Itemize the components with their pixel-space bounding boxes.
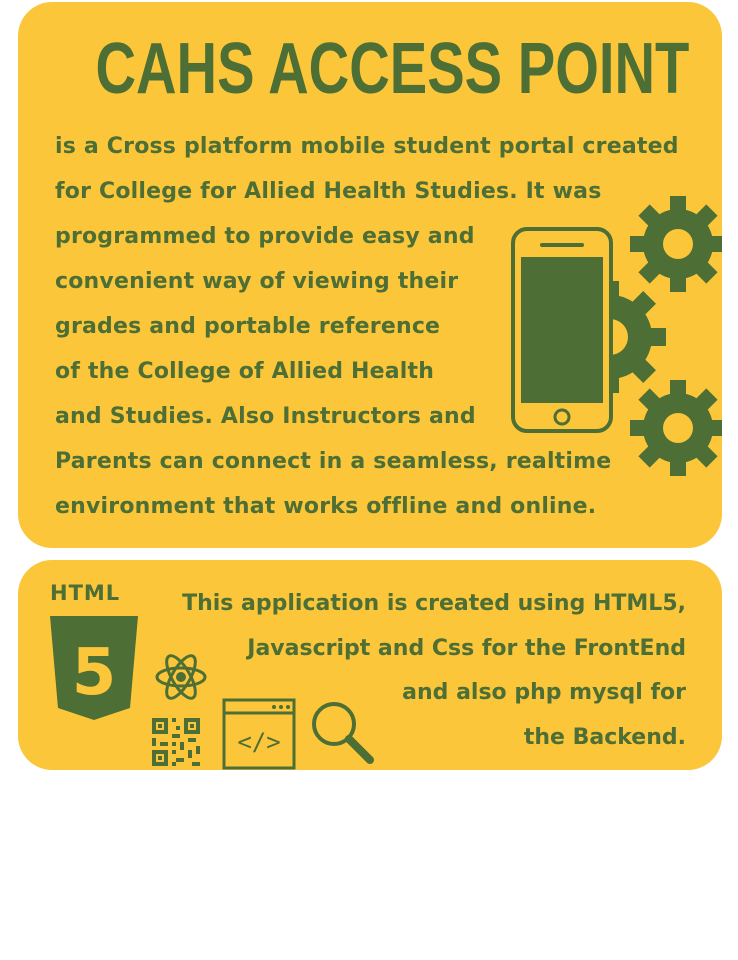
description-line: of the College of Allied Health xyxy=(55,359,435,384)
phone-gears-illustration xyxy=(488,187,722,487)
tech-line: This application is created using HTML5, xyxy=(182,591,686,616)
tech-line: Javascript and Css for the FrontEnd xyxy=(247,635,686,661)
gear-icon xyxy=(630,380,722,476)
smartphone-icon xyxy=(511,227,613,433)
description-line: programmed to provide easy and xyxy=(55,224,475,249)
html-label: HTML xyxy=(50,581,121,605)
tech-line: the Backend. xyxy=(523,724,686,750)
description-line: grades and portable reference xyxy=(55,314,441,339)
tech-line: and also php mysql for xyxy=(402,680,686,705)
tech-description: This application is created using HTML5,… xyxy=(182,582,686,760)
html5-badge-number: 5 xyxy=(72,636,117,710)
page-title: CAHS ACCESS POINT xyxy=(95,29,690,109)
description-line: and Studies. Also Instructors and xyxy=(55,404,476,429)
description-line: is a Cross platform mobile student porta… xyxy=(55,134,679,159)
tech-card: HTML 5 </> This application is created u… xyxy=(18,560,722,770)
gear-icon xyxy=(630,196,722,292)
html5-icon: 5 xyxy=(50,616,138,720)
intro-card: CAHS ACCESS POINT is a Cross platform mo… xyxy=(18,2,722,548)
description-line: convenient way of viewing their xyxy=(55,269,459,294)
description-line: environment that works offline and onlin… xyxy=(55,494,597,519)
